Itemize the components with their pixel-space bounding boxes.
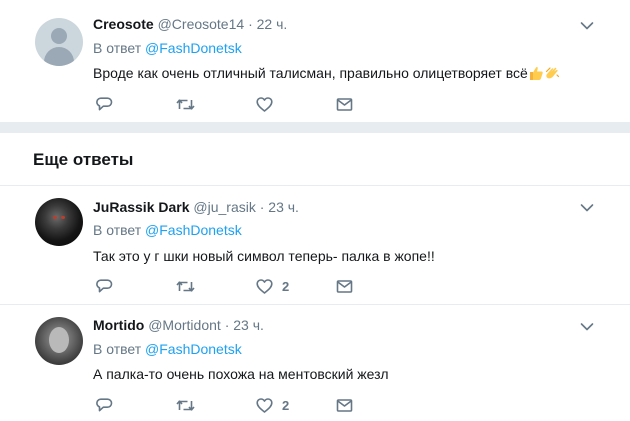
default-avatar-body: [44, 47, 74, 66]
reply-prefix: В ответ: [93, 341, 142, 357]
retweet-icon: [176, 280, 195, 292]
direct-message-button[interactable]: [336, 395, 353, 415]
timestamp[interactable]: · 23 ч.: [260, 199, 299, 215]
direct-message-icon: [336, 279, 353, 293]
author-name[interactable]: Creosote: [93, 16, 154, 32]
chevron-down-icon[interactable]: [580, 21, 594, 31]
reply-context: В ответ @FashDonetsk: [93, 341, 242, 357]
like-button[interactable]: 2: [256, 395, 289, 415]
section-separator: [0, 123, 630, 133]
reply-icon: [96, 397, 113, 411]
tweet-actions: 2: [93, 276, 393, 296]
direct-message-icon: [336, 398, 353, 412]
chevron-down-icon[interactable]: [580, 322, 594, 332]
tweet-creosote[interactable]: Creosote @Creosote14 · 22 ч. В ответ @Fa…: [0, 0, 630, 123]
clapping-hands-emoji: [545, 67, 559, 79]
like-count: 2: [282, 278, 290, 294]
tweet-text: А палка-то очень похожа на ментовский же…: [93, 366, 389, 382]
direct-message-button[interactable]: [336, 276, 353, 296]
reply-button[interactable]: [96, 94, 113, 114]
tweet-actions: 2: [93, 395, 393, 415]
reply-icon: [96, 96, 113, 110]
retweet-icon: [176, 98, 195, 110]
reply-context: В ответ @FashDonetsk: [93, 222, 242, 238]
reply-mention-link[interactable]: @FashDonetsk: [145, 222, 242, 238]
tweet-header: Mortido @Mortidont · 23 ч.: [93, 317, 264, 333]
avatar-face: [49, 327, 69, 353]
tweet-text: Вроде как очень отличный талисман, прави…: [93, 65, 560, 81]
default-avatar-head: [51, 28, 67, 44]
avatar[interactable]: [35, 317, 83, 365]
reply-prefix: В ответ: [93, 40, 142, 56]
reply-icon: [96, 278, 113, 292]
direct-message-icon: [336, 97, 353, 111]
author-name[interactable]: Mortido: [93, 317, 144, 333]
author-name[interactable]: JuRassik Dark: [93, 199, 190, 215]
like-icon: [256, 278, 273, 294]
reply-prefix: В ответ: [93, 222, 142, 238]
retweet-button[interactable]: [176, 94, 195, 114]
like-button[interactable]: [256, 94, 282, 114]
more-replies-heading: Еще ответы: [33, 150, 134, 169]
direct-message-button[interactable]: [336, 94, 353, 114]
avatar[interactable]: [35, 198, 83, 246]
author-handle[interactable]: @ju_rasik: [193, 199, 255, 215]
timestamp[interactable]: · 22 ч.: [248, 16, 287, 32]
avatar[interactable]: [35, 18, 83, 66]
reply-button[interactable]: [96, 395, 113, 415]
reply-mention-link[interactable]: @FashDonetsk: [145, 40, 242, 56]
retweet-button[interactable]: [176, 276, 195, 296]
tweet-jurassik-dark[interactable]: JuRassik Dark @ju_rasik · 23 ч. В ответ …: [0, 186, 630, 305]
retweet-icon: [176, 399, 195, 411]
avatar-eye-right: [61, 216, 65, 219]
tweet-mortido[interactable]: Mortido @Mortidont · 23 ч. В ответ @Fash…: [0, 305, 630, 421]
tweet-header: JuRassik Dark @ju_rasik · 23 ч.: [93, 199, 299, 215]
tweet-text: Так это у г шки новый символ теперь- пал…: [93, 248, 435, 264]
like-icon: [256, 397, 273, 413]
thumbs-up-emoji: [529, 67, 543, 80]
like-icon: [256, 96, 273, 112]
retweet-button[interactable]: [176, 395, 195, 415]
avatar-eye-left: [53, 216, 57, 219]
tweet-actions: [93, 94, 393, 114]
tweet-header: Creosote @Creosote14 · 22 ч.: [93, 16, 287, 32]
chevron-down-icon[interactable]: [580, 203, 594, 213]
author-handle[interactable]: @Creosote14: [158, 16, 245, 32]
reply-button[interactable]: [96, 276, 113, 296]
like-count: 2: [282, 397, 290, 413]
reply-mention-link[interactable]: @FashDonetsk: [145, 341, 242, 357]
like-button[interactable]: 2: [256, 276, 289, 296]
reply-context: В ответ @FashDonetsk: [93, 40, 242, 56]
tweet-text-content: Вроде как очень отличный талисман, прави…: [93, 65, 528, 81]
author-handle[interactable]: @Mortidont: [148, 317, 221, 333]
timestamp[interactable]: · 23 ч.: [225, 317, 264, 333]
